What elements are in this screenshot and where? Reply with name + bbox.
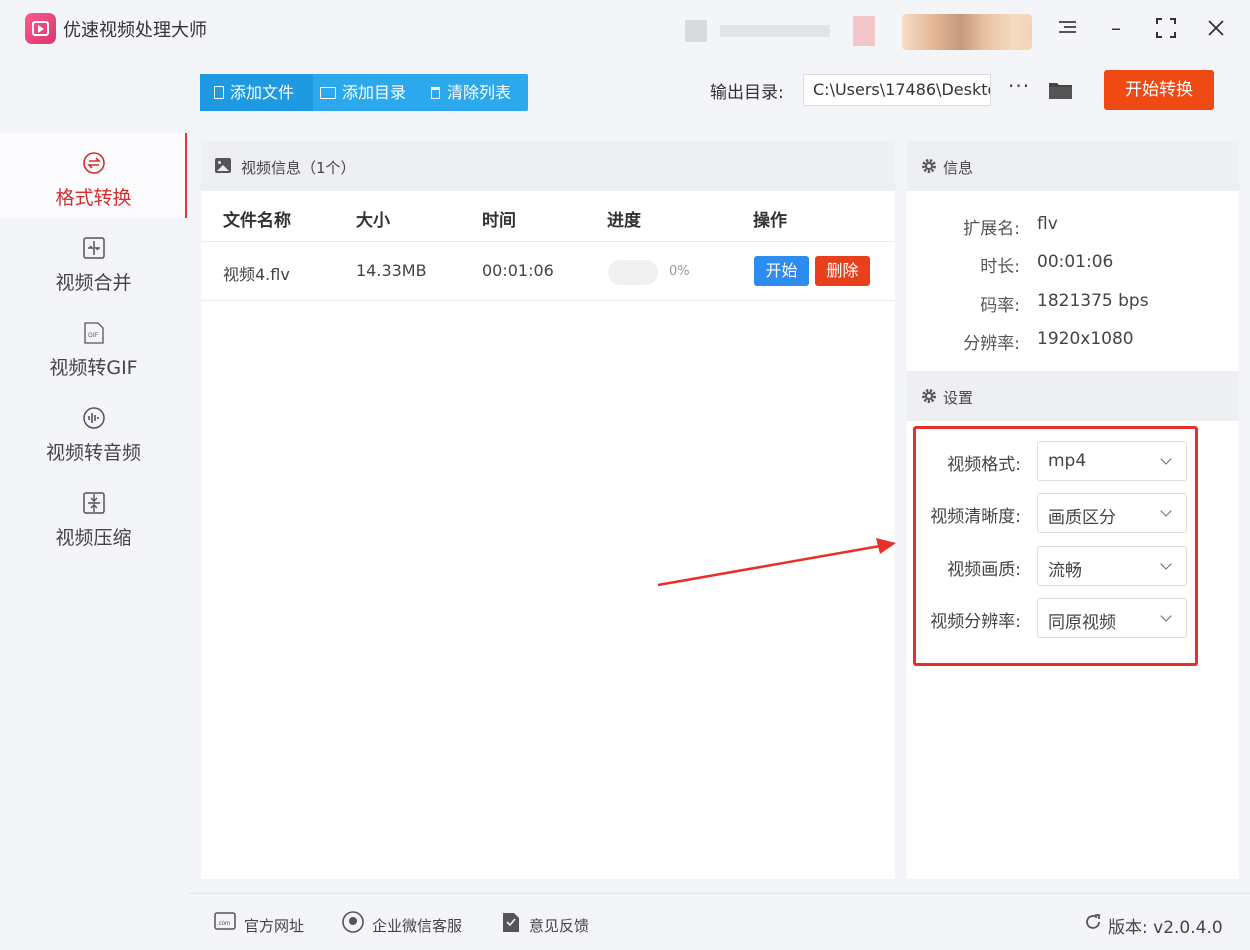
table-row[interactable]: 视频4.flv 14.33MB 00:01:06 0% 开始 删除 xyxy=(201,241,895,301)
file-list-header: 视频信息（1个） xyxy=(201,141,895,191)
sidebar-item-compress[interactable]: 视频压缩 xyxy=(0,473,187,558)
merge-icon xyxy=(83,237,105,259)
add-file-button[interactable]: 添加文件 xyxy=(200,74,313,111)
info-key-bitrate: 码率: xyxy=(980,296,1020,316)
start-convert-button[interactable]: 开始转换 xyxy=(1104,70,1214,110)
footer: .com 官方网址 企业微信客服 意见反馈 版本: v2.0.4.0 xyxy=(188,893,1250,950)
wechat-icon xyxy=(341,911,365,937)
info-key-extension: 扩展名: xyxy=(963,219,1020,239)
delete-file-button[interactable]: 删除 xyxy=(815,256,870,286)
info-value-bitrate: 1821375 bps xyxy=(1037,291,1149,311)
refresh-icon xyxy=(1084,913,1102,935)
annotation-arrow-icon xyxy=(657,538,896,587)
blurred-account-info xyxy=(685,16,875,46)
info-header: 信息 xyxy=(907,141,1239,191)
gear-icon xyxy=(922,159,936,173)
file-actions-group: 添加文件 添加目录 清除列表 xyxy=(200,74,528,111)
file-duration: 00:01:06 xyxy=(482,261,554,280)
progress-text: 0% xyxy=(669,264,690,279)
feedback-icon xyxy=(501,911,521,937)
folder-outline-icon xyxy=(320,87,336,99)
gif-icon: GIF xyxy=(84,322,104,344)
settings-highlight-box xyxy=(913,426,1198,666)
sidebar: 格式转换 视频合并 GIF 视频转GIF 视频转音频 视频压缩 xyxy=(0,58,187,950)
svg-text:GIF: GIF xyxy=(88,333,98,339)
sidebar-item-to-audio[interactable]: 视频转音频 xyxy=(0,388,187,473)
column-header-progress: 进度 xyxy=(607,211,641,231)
folder-icon[interactable] xyxy=(1048,80,1073,100)
file-list-title: 视频信息（1个） xyxy=(241,159,356,177)
column-header-time: 时间 xyxy=(482,211,516,231)
file-size: 14.33MB xyxy=(356,261,427,280)
wechat-support-link[interactable]: 企业微信客服 xyxy=(372,915,462,936)
blurred-user-avatar xyxy=(902,14,1032,50)
compress-icon xyxy=(83,492,105,514)
column-header-name: 文件名称 xyxy=(223,211,291,231)
progress-bar xyxy=(608,260,658,285)
image-icon xyxy=(215,158,231,173)
info-key-resolution: 分辨率: xyxy=(963,334,1020,354)
sidebar-item-format-convert[interactable]: 格式转换 xyxy=(0,133,187,218)
svg-text:.com: .com xyxy=(217,921,230,927)
output-dir-input[interactable]: C:\Users\17486\Deskto xyxy=(803,74,991,106)
file-name: 视频4.flv xyxy=(223,265,290,284)
info-key-duration: 时长: xyxy=(980,257,1020,277)
sidebar-item-label: 视频压缩 xyxy=(55,527,132,549)
info-value-extension: flv xyxy=(1037,214,1058,234)
settings-header: 设置 xyxy=(907,371,1239,421)
toolbar: 添加文件 添加目录 清除列表 输出目录: C:\Users\17486\Desk… xyxy=(188,58,1250,128)
format-convert-icon xyxy=(83,152,105,174)
website-icon: .com xyxy=(214,911,236,935)
gear-icon xyxy=(922,389,936,403)
clear-list-button[interactable]: 清除列表 xyxy=(431,74,511,111)
settings-title: 设置 xyxy=(943,389,974,407)
trash-icon xyxy=(431,87,440,99)
column-header-size: 大小 xyxy=(356,211,390,231)
sidebar-item-label: 视频转GIF xyxy=(49,357,138,379)
maximize-button[interactable] xyxy=(1152,14,1180,42)
info-title: 信息 xyxy=(943,159,974,177)
info-value-duration: 00:01:06 xyxy=(1037,252,1114,272)
output-dir-label: 输出目录: xyxy=(710,83,784,103)
menu-icon[interactable] xyxy=(1059,19,1076,35)
add-directory-button[interactable]: 添加目录 xyxy=(320,74,406,111)
title-bar: 优速视频处理大师 – xyxy=(0,0,1250,58)
close-button[interactable] xyxy=(1202,14,1230,42)
website-link[interactable]: 官方网址 xyxy=(244,915,304,936)
file-list-panel: 视频信息（1个） 文件名称 大小 时间 进度 操作 视频4.flv 14.33M… xyxy=(201,141,895,879)
info-value-resolution: 1920x1080 xyxy=(1037,329,1134,349)
feedback-link[interactable]: 意见反馈 xyxy=(529,915,589,936)
sidebar-item-label: 视频转音频 xyxy=(45,442,141,464)
file-icon xyxy=(214,86,224,99)
sidebar-item-label: 格式转换 xyxy=(55,187,132,209)
more-options-button[interactable]: ··· xyxy=(1008,74,1030,98)
version-label: 版本: v2.0.4.0 xyxy=(1108,918,1223,938)
audio-icon xyxy=(83,407,105,429)
start-file-button[interactable]: 开始 xyxy=(754,256,809,286)
column-header-action: 操作 xyxy=(753,211,787,231)
app-logo-icon xyxy=(25,13,56,44)
app-title: 优速视频处理大师 xyxy=(63,20,207,41)
sidebar-item-to-gif[interactable]: GIF 视频转GIF xyxy=(0,303,187,388)
minimize-button[interactable]: – xyxy=(1102,14,1130,42)
sidebar-item-merge[interactable]: 视频合并 xyxy=(0,218,187,303)
sidebar-item-label: 视频合并 xyxy=(55,272,132,294)
